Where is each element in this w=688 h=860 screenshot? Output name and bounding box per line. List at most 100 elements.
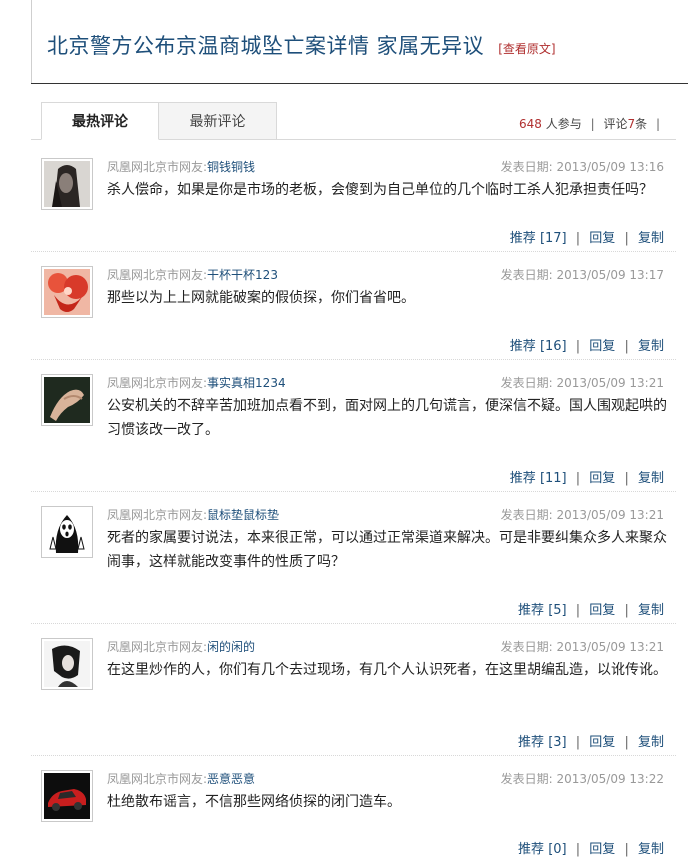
- comment-count-prefix[interactable]: 评论: [603, 117, 627, 131]
- comment-text: 杜绝散布谣言，不信那些网络侦探的闭门造车。: [107, 794, 401, 810]
- recommend-button[interactable]: 推荐: [510, 231, 536, 246]
- reply-button[interactable]: 回复: [589, 339, 615, 354]
- date-label: 发表日期:: [500, 772, 553, 786]
- action-separator: |: [575, 603, 581, 618]
- copy-button[interactable]: 复制: [638, 471, 664, 486]
- vote-count: [3]: [548, 735, 567, 750]
- comment-actions: 推荐 [16] | 回复 | 复制: [510, 335, 664, 354]
- comment-meta: 凤凰网北京市网友:干杯干杯123: [107, 266, 278, 283]
- action-separator: |: [624, 735, 629, 750]
- user-nickname[interactable]: 干杯干杯123: [207, 268, 278, 282]
- header-divider: [31, 83, 688, 84]
- tab-latest-comments[interactable]: 最新评论: [159, 102, 277, 140]
- comment-item: 凤凰网北京市网友:闲的闲的 发表日期: 2013/05/09 13:21 在这里…: [31, 628, 676, 756]
- action-separator: |: [624, 842, 629, 857]
- comment-count-suffix[interactable]: 条: [635, 117, 647, 131]
- copy-button[interactable]: 复制: [638, 339, 664, 354]
- reply-button[interactable]: 回复: [589, 603, 615, 618]
- vote-count: [17]: [539, 231, 567, 246]
- view-original-link[interactable]: [查看原文]: [498, 40, 555, 57]
- comment-meta: 凤凰网北京市网友:事实真相1234: [107, 374, 286, 391]
- comment-date: 发表日期: 2013/05/09 13:21: [501, 638, 664, 655]
- comment-actions: 推荐 [5] | 回复 | 复制: [518, 599, 664, 618]
- hand-avatar[interactable]: [41, 374, 93, 426]
- recommend-button[interactable]: 推荐: [510, 339, 536, 354]
- date-value: 2013/05/09 13:21: [556, 640, 664, 654]
- user-location-label: 凤凰网北京市网友:: [107, 268, 208, 282]
- comment-text: 那些以为上上网就能破案的假侦探，你们省省吧。: [107, 290, 415, 306]
- left-divider: [31, 0, 32, 84]
- stats-separator: |: [655, 117, 660, 131]
- comment-item: 凤凰网北京市网友:鼠标垫鼠标垫 发表日期: 2013/05/09 13:21 死…: [31, 496, 676, 624]
- user-nickname[interactable]: 鼠标垫鼠标垫: [207, 508, 279, 522]
- article-header: 北京警方公布京温商城坠亡案详情 家属无异议 [查看原文]: [47, 30, 556, 60]
- reply-button[interactable]: 回复: [589, 735, 615, 750]
- action-separator: |: [575, 471, 581, 486]
- recommend-button[interactable]: 推荐: [518, 842, 544, 857]
- action-separator: |: [624, 471, 629, 486]
- article-title[interactable]: 北京警方公布京温商城坠亡案详情 家属无异议: [47, 30, 484, 60]
- user-location-label: 凤凰网北京市网友:: [107, 508, 208, 522]
- comment-meta: 凤凰网北京市网友:铜钱铜钱: [107, 158, 255, 175]
- stats-separator: |: [590, 117, 595, 131]
- girl-sketch-avatar[interactable]: [41, 638, 93, 690]
- date-label: 发表日期:: [500, 508, 553, 522]
- red-car-avatar[interactable]: [41, 770, 93, 822]
- comment-count[interactable]: 7: [627, 117, 635, 131]
- reply-button[interactable]: 回复: [589, 471, 615, 486]
- avatar-image: [44, 641, 90, 687]
- avatar-image: [44, 377, 90, 423]
- comment-item: 凤凰网北京市网友:事实真相1234 发表日期: 2013/05/09 13:21…: [31, 364, 676, 492]
- user-location-label: 凤凰网北京市网友:: [107, 772, 208, 786]
- comment-actions: 推荐 [3] | 回复 | 复制: [518, 731, 664, 750]
- vote-count: [16]: [539, 339, 567, 354]
- comment-meta: 凤凰网北京市网友:闲的闲的: [107, 638, 255, 655]
- recommend-button[interactable]: 推荐: [518, 735, 544, 750]
- comment-date: 发表日期: 2013/05/09 13:17: [501, 266, 664, 283]
- recommend-button[interactable]: 推荐: [518, 603, 544, 618]
- user-location-label: 凤凰网北京市网友:: [107, 640, 208, 654]
- comment-item: 凤凰网北京市网友:恶意恶意 发表日期: 2013/05/09 13:22 杜绝散…: [31, 760, 676, 860]
- date-value: 2013/05/09 13:16: [556, 160, 664, 174]
- woman-portrait-avatar[interactable]: [41, 158, 93, 210]
- reply-button[interactable]: 回复: [589, 231, 615, 246]
- tab-hot-comments[interactable]: 最热评论: [41, 102, 159, 140]
- cartoon-mask-avatar[interactable]: [41, 506, 93, 558]
- participant-label[interactable]: 人参与: [546, 117, 582, 131]
- comment-actions: 推荐 [11] | 回复 | 复制: [510, 467, 664, 486]
- comment-text: 在这里炒作的人，你们有几个去过现场，有几个人认识死者，在这里胡编乱造，以讹传讹。: [107, 662, 667, 678]
- red-heart-avatar[interactable]: [41, 266, 93, 318]
- user-nickname[interactable]: 事实真相1234: [207, 376, 286, 390]
- comment-text: 公安机关的不辞辛苦加班加点看不到，面对网上的几句谎言，便深信不疑。国人围观起哄的…: [107, 398, 667, 438]
- user-nickname[interactable]: 闲的闲的: [207, 640, 255, 654]
- vote-count: [5]: [548, 603, 567, 618]
- action-separator: |: [624, 231, 629, 246]
- participant-count: 648: [519, 117, 542, 131]
- reply-button[interactable]: 回复: [589, 842, 615, 857]
- comment-stats: 648 人参与 | 评论7条 |: [519, 115, 665, 132]
- comment-item: 凤凰网北京市网友:铜钱铜钱 发表日期: 2013/05/09 13:16 杀人偿…: [31, 148, 676, 252]
- comment-text: 死者的家属要讨说法，本来很正常，可以通过正常渠道来解决。可是非要纠集众多人来聚众…: [107, 530, 667, 570]
- comment-date: 发表日期: 2013/05/09 13:21: [501, 374, 664, 391]
- copy-button[interactable]: 复制: [638, 603, 664, 618]
- avatar-image: [44, 269, 90, 315]
- copy-button[interactable]: 复制: [638, 735, 664, 750]
- comment-actions: 推荐 [0] | 回复 | 复制: [518, 838, 664, 857]
- avatar-image: [44, 773, 90, 819]
- user-nickname[interactable]: 铜钱铜钱: [207, 160, 255, 174]
- user-nickname[interactable]: 恶意恶意: [207, 772, 255, 786]
- date-label: 发表日期:: [500, 268, 553, 282]
- comment-date: 发表日期: 2013/05/09 13:22: [501, 770, 664, 787]
- action-separator: |: [575, 842, 581, 857]
- recommend-button[interactable]: 推荐: [510, 471, 536, 486]
- comment-text: 杀人偿命，如果是你是市场的老板，会傻到为自己单位的几个临时工杀人犯承担责任吗？: [107, 182, 653, 198]
- comment-meta: 凤凰网北京市网友:鼠标垫鼠标垫: [107, 506, 279, 523]
- date-value: 2013/05/09 13:21: [556, 376, 664, 390]
- date-label: 发表日期:: [500, 376, 553, 390]
- copy-button[interactable]: 复制: [638, 842, 664, 857]
- comment-date: 发表日期: 2013/05/09 13:21: [501, 506, 664, 523]
- copy-button[interactable]: 复制: [638, 231, 664, 246]
- comment-actions: 推荐 [17] | 回复 | 复制: [510, 227, 664, 246]
- date-value: 2013/05/09 13:17: [556, 268, 664, 282]
- comment-item: 凤凰网北京市网友:干杯干杯123 发表日期: 2013/05/09 13:17 …: [31, 256, 676, 360]
